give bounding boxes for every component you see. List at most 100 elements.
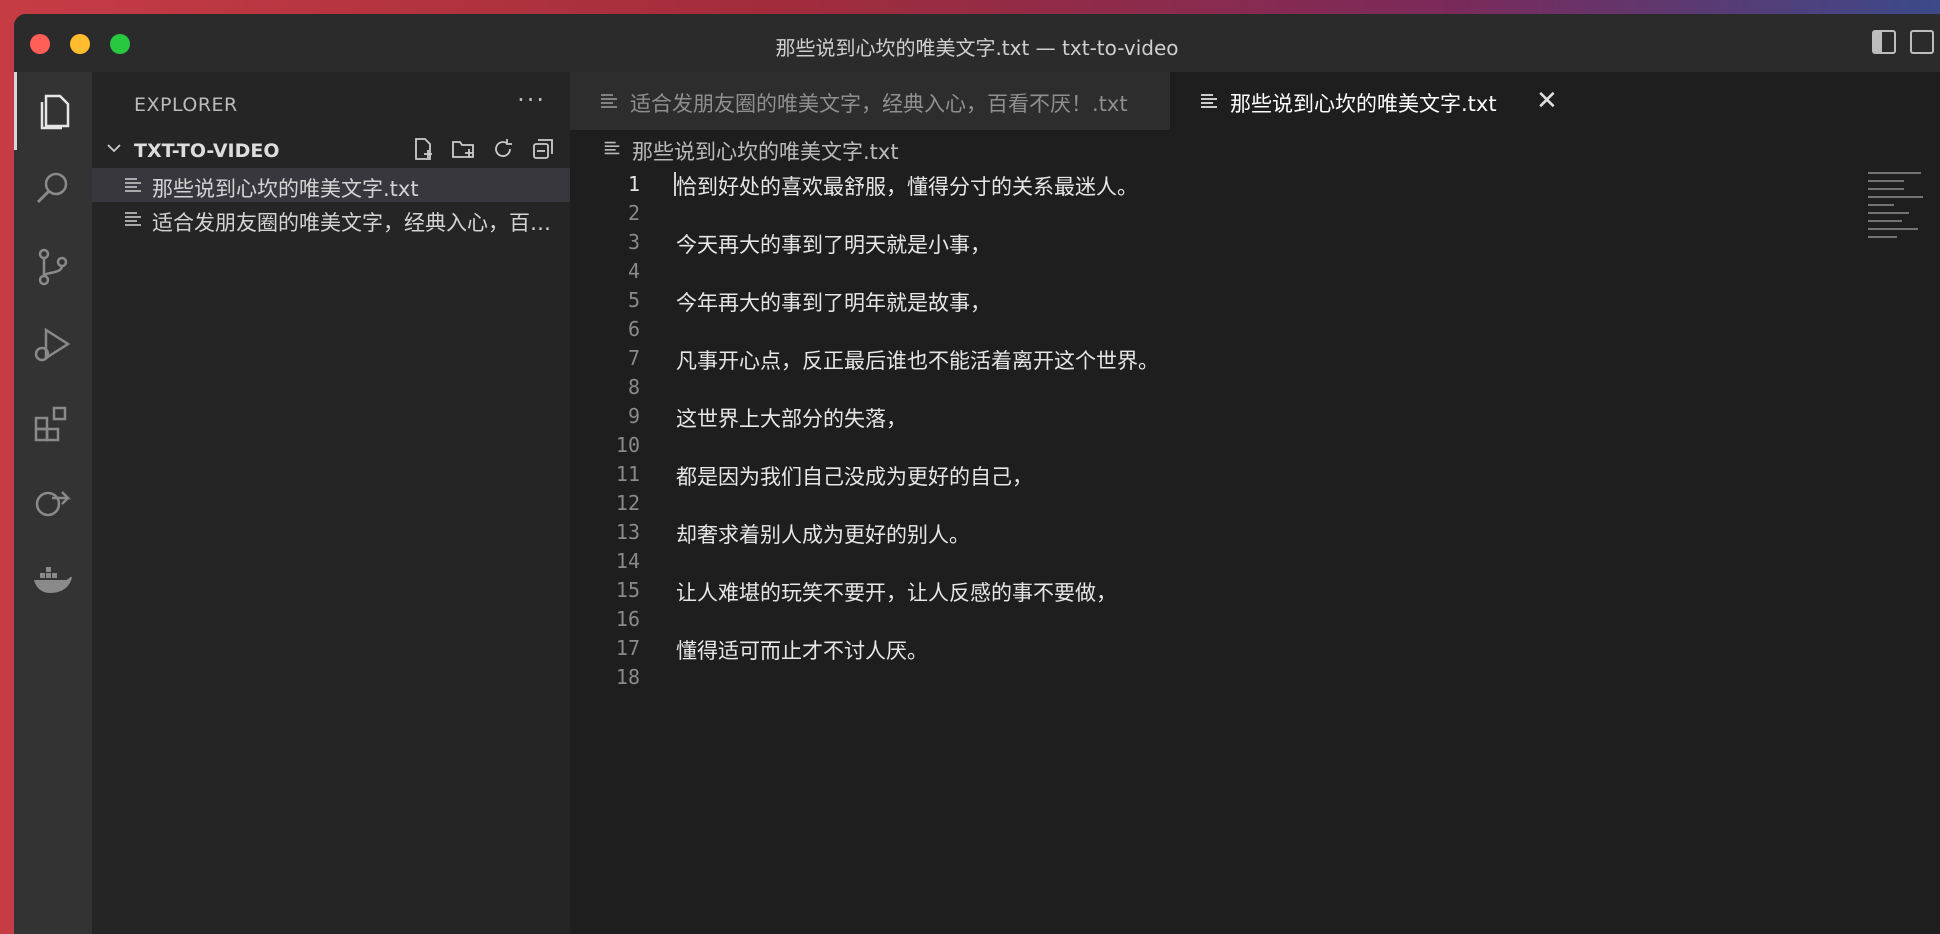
title-bar: 那些说到心坎的唯美文字.txt — txt-to-video (14, 14, 1940, 73)
docker-icon (34, 567, 72, 593)
window-title: 那些说到心坎的唯美文字.txt — txt-to-video (775, 36, 1179, 60)
tree-file-label: 那些说到心坎的唯美文字.txt (152, 177, 419, 201)
search-icon (36, 172, 68, 204)
text-file-icon (604, 141, 620, 155)
activity-search[interactable] (14, 150, 92, 228)
text-file-icon (125, 212, 141, 226)
line-number: 5 (627, 288, 640, 312)
more-actions-button[interactable]: ··· (517, 86, 546, 114)
editor-line[interactable]: 4 (570, 257, 1940, 286)
line-number: 9 (627, 404, 640, 428)
line-number: 3 (627, 230, 640, 254)
editor-line[interactable]: 18 (570, 663, 1940, 692)
line-number: 14 (615, 549, 640, 573)
files-icon (40, 94, 69, 130)
editor-line[interactable]: 6 (570, 315, 1940, 344)
layout-controls (1872, 30, 1934, 54)
editor-line[interactable]: 16 (570, 605, 1940, 634)
editor-line[interactable]: 9 这世界上大部分的失落， (570, 402, 1940, 431)
editor-line[interactable]: 12 (570, 489, 1940, 518)
editor-line[interactable]: 17 懂得适可而止才不讨人厌。 (570, 634, 1940, 663)
editor-line[interactable]: 14 (570, 547, 1940, 576)
line-number: 13 (615, 520, 640, 544)
activity-explorer[interactable] (14, 72, 92, 150)
line-number: 17 (615, 636, 640, 660)
line-text: 却奢求着别人成为更好的别人。 (676, 523, 970, 547)
line-text: 这世界上大部分的失落， (676, 407, 907, 431)
line-number: 2 (627, 201, 640, 225)
line-text: 今年再大的事到了明年就是故事， (676, 291, 991, 315)
toggle-panel-icon[interactable] (1910, 30, 1934, 54)
activity-source-control[interactable] (14, 228, 92, 306)
minimap-line (1868, 188, 1904, 190)
minimap-line (1868, 172, 1921, 174)
line-number: 18 (615, 665, 640, 689)
close-tab-icon[interactable]: ✕ (1536, 86, 1558, 116)
text-file-icon (601, 94, 617, 108)
editor-line[interactable]: 5 今年再大的事到了明年就是故事， (570, 286, 1940, 315)
line-number: 12 (615, 491, 640, 515)
minimap-line (1868, 204, 1895, 206)
activity-run-debug[interactable] (14, 306, 92, 384)
line-number: 6 (627, 317, 640, 341)
minimap-line (1868, 180, 1904, 182)
tab-inactive[interactable]: 适合发朋友圈的唯美文字，经典入心，百看不厌！.txt (570, 72, 1170, 130)
editor-line[interactable]: 8 (570, 373, 1940, 402)
minimap-line (1868, 196, 1924, 198)
editor-line[interactable]: 10 (570, 431, 1940, 460)
line-text: 都是因为我们自己没成为更好的自己， (676, 465, 1033, 489)
collapse-all-icon[interactable] (530, 136, 556, 162)
activity-extensions[interactable] (14, 384, 92, 462)
explorer-header: EXPLORER (134, 94, 238, 116)
minimap-line (1868, 236, 1897, 238)
line-number: 7 (627, 346, 640, 370)
editor-line[interactable]: 1 恰到好处的喜欢最舒服，懂得分寸的关系最迷人。 (570, 170, 1940, 199)
line-number: 1 (627, 172, 640, 196)
folder-actions (410, 136, 556, 162)
editor-line[interactable]: 3 今天再大的事到了明天就是小事， (570, 228, 1940, 257)
line-text: 恰到好处的喜欢最舒服，懂得分寸的关系最迷人。 (676, 175, 1138, 199)
editor-line[interactable]: 11 都是因为我们自己没成为更好的自己， (570, 460, 1940, 489)
line-number: 4 (627, 259, 640, 283)
editor-area: 适合发朋友圈的唯美文字，经典入心，百看不厌！.txt 那些说到心坎的唯美文字.t… (570, 72, 1940, 934)
breadcrumb: 那些说到心坎的唯美文字.txt (570, 130, 1940, 170)
toggle-sidebar-icon[interactable] (1872, 30, 1896, 54)
line-number: 16 (615, 607, 640, 631)
new-file-icon[interactable] (410, 136, 436, 162)
line-text: 凡事开心点，反正最后谁也不能活着离开这个世界。 (676, 349, 1159, 373)
activity-docker[interactable] (14, 540, 92, 618)
activity-remote[interactable] (14, 462, 92, 540)
line-number: 11 (615, 462, 640, 486)
text-cursor (674, 172, 676, 196)
folder-name: TXT-TO-VIDEO (134, 140, 280, 162)
tab-label: 那些说到心坎的唯美文字.txt (1230, 92, 1497, 116)
chevron-down-icon (107, 144, 121, 153)
workspace-folder[interactable]: TXT-TO-VIDEO (92, 132, 570, 168)
tree-file-item[interactable]: 适合发朋友圈的唯美文字，经典入心，百看不厌！.txt (92, 202, 570, 236)
tab-bar: 适合发朋友圈的唯美文字，经典入心，百看不厌！.txt 那些说到心坎的唯美文字.t… (570, 72, 1940, 130)
tab-label: 适合发朋友圈的唯美文字，经典入心，百看不厌！.txt (630, 92, 1128, 116)
refresh-icon[interactable] (490, 136, 516, 162)
activity-bar (14, 72, 92, 934)
remote-icon (35, 491, 72, 517)
line-number: 8 (627, 375, 640, 399)
run-debug-icon (34, 327, 71, 362)
tree-file-item[interactable]: 那些说到心坎的唯美文字.txt (92, 168, 570, 202)
editor-line[interactable]: 13 却奢求着别人成为更好的别人。 (570, 518, 1940, 547)
editor-line[interactable]: 15 让人难堪的玩笑不要开，让人反感的事不要做， (570, 576, 1940, 605)
minimap-line (1868, 212, 1909, 214)
text-file-icon (125, 178, 141, 192)
line-text: 今天再大的事到了明天就是小事， (676, 233, 991, 257)
breadcrumb-file[interactable]: 那些说到心坎的唯美文字.txt (632, 136, 899, 166)
editor-line[interactable]: 7 凡事开心点，反正最后谁也不能活着离开这个世界。 (570, 344, 1940, 373)
tab-active[interactable]: 那些说到心坎的唯美文字.txt ✕ (1170, 72, 1940, 130)
tree-file-label: 适合发朋友圈的唯美文字，经典入心，百看不厌！.txt (152, 211, 552, 235)
line-number: 10 (615, 433, 640, 457)
editor-line[interactable]: 2 (570, 199, 1940, 228)
vscode-window: 那些说到心坎的唯美文字.txt — txt-to-video EXPLORER … (14, 14, 1940, 934)
explorer-sidebar: EXPLORER ··· TXT-TO-VIDEO 那些说到心坎的唯美文字.tx… (92, 72, 570, 934)
new-folder-icon[interactable] (450, 136, 476, 162)
line-text: 懂得适可而止才不讨人厌。 (676, 639, 928, 663)
minimap[interactable] (1868, 172, 1928, 252)
line-number: 15 (615, 578, 640, 602)
